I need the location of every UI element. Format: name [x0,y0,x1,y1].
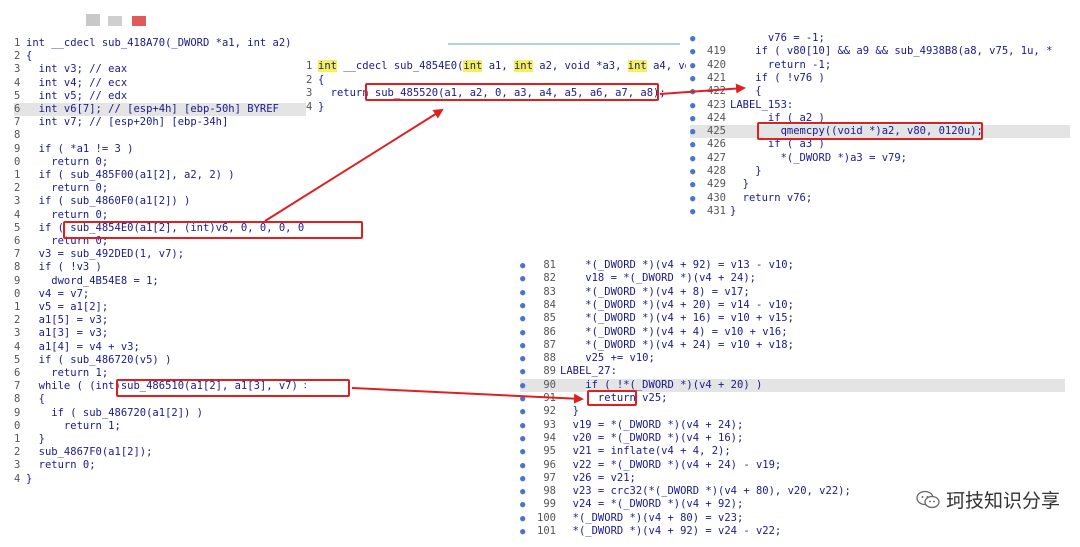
annotation-arrows [264,83,746,404]
watermark: 珂技知识分享 [916,486,1060,513]
watermark-text: 珂技知识分享 [945,490,1060,512]
arrow-to-qmemcpy [659,83,746,95]
wechat-icon [916,490,940,508]
arrow-to-return [351,387,584,404]
arrow-to-sub-4854E0 [264,108,444,222]
